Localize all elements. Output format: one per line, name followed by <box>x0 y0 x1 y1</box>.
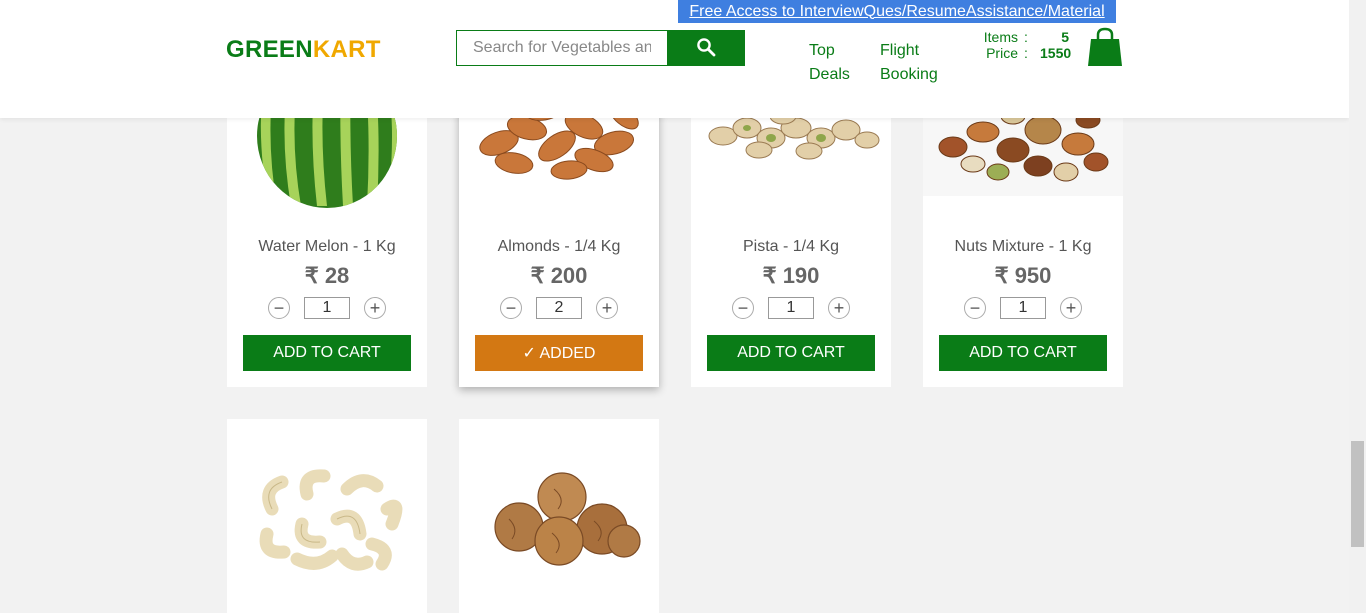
product-name: Water Melon - 1 Kg <box>258 238 396 255</box>
search-input[interactable] <box>456 30 668 66</box>
logo-part-kart: KART <box>312 36 381 63</box>
quantity-stepper: − + <box>459 296 659 320</box>
product-card-almonds: Almonds - 1/4 Kg ₹ 200 − + ✓ ADDED <box>459 88 659 387</box>
add-to-cart-button[interactable]: ADD TO CART <box>939 335 1107 371</box>
quantity-stepper: − + <box>227 296 427 320</box>
quantity-input[interactable] <box>536 297 582 319</box>
price-colon: : <box>1024 45 1028 61</box>
site-header: GREENKART Top Deals Flight Booking Items… <box>0 0 1349 118</box>
added-to-cart-button[interactable]: ✓ ADDED <box>475 335 643 371</box>
items-count: 5 <box>1061 29 1069 45</box>
quantity-input[interactable] <box>768 297 814 319</box>
greenkart-logo[interactable]: GREENKART <box>226 36 381 64</box>
increment-button[interactable]: + <box>364 297 386 319</box>
product-card-nuts-mixture: Nuts Mixture - 1 Kg ₹ 950 − + ADD TO CAR… <box>923 88 1123 387</box>
scrollbar-thumb[interactable] <box>1351 441 1364 547</box>
increment-button[interactable]: + <box>828 297 850 319</box>
nav-top-deals-link[interactable]: Top Deals <box>809 39 850 87</box>
product-price: ₹ 28 <box>304 263 350 288</box>
search-icon <box>696 37 716 60</box>
walnuts-image <box>459 469 659 569</box>
product-name: Almonds - 1/4 Kg <box>497 238 621 255</box>
nav-flight-booking-line1: Flight <box>880 42 920 59</box>
product-price: ₹ 950 <box>994 263 1052 288</box>
decrement-button[interactable]: − <box>500 297 522 319</box>
product-card-water-melon: Water Melon - 1 Kg ₹ 28 − + ADD TO CART <box>227 88 427 387</box>
nav-flight-booking-link[interactable]: Flight Booking <box>880 39 938 87</box>
quantity-input[interactable] <box>1000 297 1046 319</box>
search-button[interactable] <box>667 30 745 66</box>
quantity-input[interactable] <box>304 297 350 319</box>
items-label: Items <box>983 29 1018 45</box>
increment-button[interactable]: + <box>1060 297 1082 319</box>
search-bar <box>456 30 745 66</box>
quantity-stepper: − + <box>691 296 891 320</box>
quantity-stepper: − + <box>923 296 1123 320</box>
decrement-button[interactable]: − <box>268 297 290 319</box>
add-to-cart-button[interactable]: ADD TO CART <box>243 335 411 371</box>
product-name: Nuts Mixture - 1 Kg <box>954 238 1092 255</box>
price-total: 1550 <box>1040 45 1072 61</box>
add-to-cart-button[interactable]: ADD TO CART <box>707 335 875 371</box>
promo-banner-link[interactable]: Free Access to InterviewQues/ResumeAssis… <box>678 0 1116 23</box>
product-card-pista: Pista - 1/4 Kg ₹ 190 − + ADD TO CART <box>691 88 891 387</box>
product-name: Pista - 1/4 Kg <box>742 238 840 255</box>
nav-top-deals-line2: Deals <box>809 66 850 83</box>
page-scrollbar[interactable] <box>1349 0 1366 613</box>
product-price: ₹ 200 <box>530 263 588 288</box>
cashews-image <box>227 464 427 574</box>
decrement-button[interactable]: − <box>732 297 754 319</box>
price-label: Price <box>986 45 1018 61</box>
product-price: ₹ 190 <box>762 263 820 288</box>
items-colon: : <box>1024 29 1028 45</box>
decrement-button[interactable]: − <box>964 297 986 319</box>
increment-button[interactable]: + <box>596 297 618 319</box>
product-card-walnuts <box>459 419 659 613</box>
product-card-cashews <box>227 419 427 613</box>
cart-bag-icon[interactable] <box>1087 27 1123 72</box>
logo-part-green: GREEN <box>226 36 313 63</box>
nav-top-deals-line1: Top <box>809 42 835 59</box>
nav-flight-booking-line2: Booking <box>880 66 938 83</box>
